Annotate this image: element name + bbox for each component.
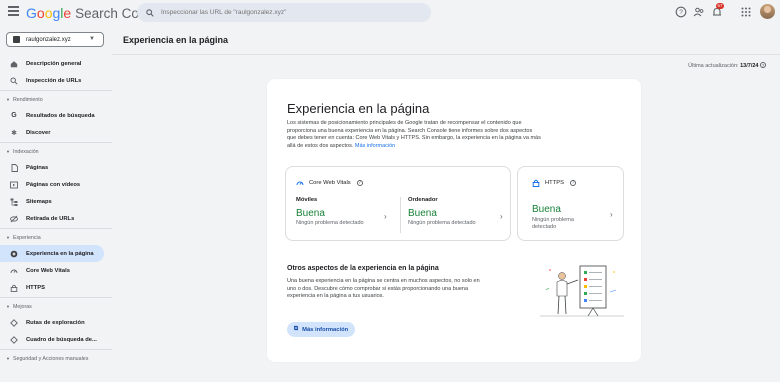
gauge-icon <box>296 181 304 186</box>
https-panel[interactable]: HTTPS ? Buena Ningún problema detectado … <box>517 166 624 241</box>
last-updated: Última actualización: 13/7/24 ? <box>688 62 766 69</box>
sidebar-item-search-results[interactable]: G Resultados de búsqueda <box>0 107 112 124</box>
cwv-header: Core Web Vitals ? <box>296 179 363 187</box>
collapse-icon: ▼ <box>6 356 10 361</box>
eye-off-icon <box>10 215 18 223</box>
chevron-right-icon: › <box>500 212 503 221</box>
sidebar: Descripción general Inspección de URLs ▼… <box>0 55 112 366</box>
help-icon[interactable]: ? <box>675 6 687 18</box>
menu-icon[interactable] <box>8 6 19 18</box>
property-selector[interactable]: raulgonzalez.xyz ▼ <box>6 32 104 47</box>
cwv-desktop[interactable]: Ordenador Buena Ningún problema detectad… <box>408 197 508 233</box>
sidebar-item-pages[interactable]: Páginas <box>0 159 112 176</box>
section-security[interactable]: ▼ Seguridad y Acciones manuales <box>0 351 112 366</box>
sidebar-item-sitemaps[interactable]: Sitemaps <box>0 193 112 210</box>
sidebar-item-label: Páginas con vídeos <box>26 181 81 188</box>
other-aspects-text: Una buena experiencia en la página se ce… <box>287 278 480 300</box>
diamond-icon <box>10 318 18 327</box>
file-icon <box>10 163 18 172</box>
more-info-button[interactable]: ⧉ Más información <box>287 322 355 337</box>
chevron-right-icon: › <box>610 210 613 219</box>
sparkle-icon <box>10 250 18 258</box>
learn-more-link[interactable]: Más información <box>355 143 395 149</box>
chevron-down-icon: ▼ <box>89 36 95 42</box>
sidebar-item-label: Resultados de búsqueda <box>26 112 95 119</box>
top-bar: Google Search Console ? 57 <box>0 0 780 25</box>
sidebar-item-label: Retirada de URLs <box>26 215 75 222</box>
sidebar-item-label: Experiencia en la página <box>26 250 94 257</box>
sidebar-item-page-experience[interactable]: Experiencia en la página <box>0 245 104 262</box>
url-inspection-search[interactable] <box>137 3 431 22</box>
sidebar-item-label: Páginas <box>26 164 49 171</box>
help-icon[interactable]: ? <box>570 180 577 186</box>
core-web-vitals-panel: Core Web Vitals ? Móviles Buena Ningún p… <box>285 166 511 241</box>
open-in-new-icon: ⧉ <box>293 326 299 332</box>
avatar[interactable] <box>760 4 775 19</box>
video-file-icon <box>10 181 18 189</box>
sidebar-item-url-inspection[interactable]: Inspección de URLs <box>0 72 112 89</box>
sidebar-item-label: Discover <box>26 129 51 136</box>
page-title: Experiencia en la página <box>123 35 229 45</box>
sidebar-item-label: Descripción general <box>26 60 82 67</box>
help-icon[interactable]: ? <box>356 180 363 186</box>
sidebar-item-label: Inspección de URLs <box>26 77 82 84</box>
property-icon <box>13 36 20 43</box>
collapse-icon: ▼ <box>6 97 10 102</box>
https-header: HTTPS ? <box>532 179 577 187</box>
collapse-icon: ▼ <box>6 304 10 309</box>
search-input[interactable] <box>161 9 411 16</box>
mobile-label: Móviles <box>296 197 318 203</box>
section-performance[interactable]: ▼ Rendimiento <box>0 92 112 107</box>
sidebar-item-label: Core Web Vitals <box>26 267 70 274</box>
sidebar-item-removals[interactable]: Retirada de URLs <box>0 210 112 227</box>
desktop-status: Buena <box>408 208 437 219</box>
sidebar-item-overview[interactable]: Descripción general <box>0 55 112 72</box>
chevron-right-icon: › <box>384 212 387 221</box>
sidebar-item-label: Sitemaps <box>26 198 52 205</box>
sidebar-item-video-pages[interactable]: Páginas con vídeos <box>0 176 112 193</box>
collapse-icon: ▼ <box>6 149 10 154</box>
sidebar-item-label: Rutas de exploración <box>26 319 85 326</box>
help-icon[interactable]: ? <box>760 62 766 68</box>
sidebar-item-sitelinks-searchbox[interactable]: Cuadro de búsqueda de... <box>0 331 112 348</box>
home-icon <box>10 60 18 68</box>
section-experience[interactable]: ▼ Experiencia <box>0 230 112 245</box>
collapse-icon: ▼ <box>6 235 10 240</box>
card-heading: Experiencia en la página <box>287 101 430 116</box>
checklist-illustration <box>540 265 624 317</box>
users-icon[interactable] <box>693 6 705 18</box>
other-aspects-heading: Otros aspectos de la experiencia en la p… <box>287 265 439 272</box>
property-label: raulgonzalez.xyz <box>26 36 71 43</box>
section-indexing[interactable]: ▼ Indexación <box>0 144 112 159</box>
gauge-icon <box>10 267 18 275</box>
asterisk-icon: ✱ <box>11 129 17 137</box>
https-detail: Ningún problema detectado <box>532 217 574 230</box>
search-icon <box>146 8 154 17</box>
lock-icon <box>10 284 18 292</box>
sidebar-item-https[interactable]: HTTPS <box>0 279 112 296</box>
cwv-mobile[interactable]: Móviles Buena Ningún problema detectado … <box>296 197 396 233</box>
sidebar-item-discover[interactable]: ✱ Discover <box>0 124 112 141</box>
google-g-icon: G <box>11 112 17 119</box>
svg-text:?: ? <box>679 9 683 16</box>
sidebar-item-label: Cuadro de búsqueda de... <box>26 336 97 343</box>
desktop-label: Ordenador <box>408 197 438 203</box>
desktop-detail: Ningún problema detectado <box>408 220 476 226</box>
mobile-status: Buena <box>296 208 325 219</box>
https-status: Buena <box>532 204 561 215</box>
sitemap-icon <box>10 198 18 206</box>
lock-icon <box>532 179 540 187</box>
notification-badge: 57 <box>716 3 724 9</box>
apps-grid-icon[interactable] <box>740 6 752 18</box>
mobile-detail: Ningún problema detectado <box>296 220 364 226</box>
page-experience-card: Experiencia en la página Los sistemas de… <box>267 79 641 362</box>
sidebar-item-breadcrumbs[interactable]: Rutas de exploración <box>0 314 112 331</box>
sidebar-item-core-web-vitals[interactable]: Core Web Vitals <box>0 262 112 279</box>
sidebar-item-label: HTTPS <box>26 284 46 291</box>
intro-text: Los sistemas de posicionamiento principa… <box>287 120 541 149</box>
more-info-label: Más información <box>302 326 349 333</box>
diamond-icon <box>10 335 18 344</box>
section-enhancements[interactable]: ▼ Mejoras <box>0 299 112 314</box>
search-icon <box>10 76 18 85</box>
